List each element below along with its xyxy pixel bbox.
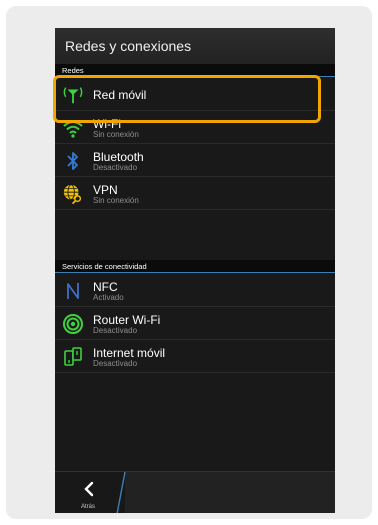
list-item-bluetooth[interactable]: Bluetooth Desactivado: [55, 144, 335, 177]
nfc-icon: [62, 280, 84, 302]
list-item-red-movil[interactable]: Red móvil: [55, 78, 335, 111]
bluetooth-status: Desactivado: [93, 163, 138, 172]
router-wifi-status: Desactivado: [93, 326, 138, 335]
nfc-status: Activado: [93, 293, 124, 302]
bluetooth-label: Bluetooth: [93, 150, 144, 164]
router-wifi-label: Router Wi-Fi: [93, 313, 161, 327]
nfc-label: NFC: [93, 280, 118, 294]
section-header-redes: Redes: [55, 64, 335, 77]
antenna-icon: [62, 84, 84, 106]
list-item-router-wifi[interactable]: Router Wi-Fi Desactivado: [55, 307, 335, 340]
title-bar: Redes y conexiones: [55, 28, 335, 64]
list-item-nfc[interactable]: NFC Activado: [55, 274, 335, 307]
red-movil-label: Red móvil: [93, 88, 147, 102]
list-item-vpn[interactable]: VPN Sin conexión: [55, 177, 335, 210]
wifi-status: Sin conexión: [93, 130, 139, 139]
page-title: Redes y conexiones: [65, 38, 192, 54]
section-header-servicios: Servicios de conectividad: [55, 260, 335, 273]
internet-movil-label: Internet móvil: [93, 346, 166, 360]
bluetooth-icon: [62, 150, 84, 172]
back-label: Atrás: [81, 504, 96, 510]
wifi-label: Wi-Fi: [93, 117, 121, 131]
vpn-status: Sin conexión: [93, 196, 139, 205]
tethering-icon: [62, 346, 84, 368]
vpn-label: VPN: [93, 183, 118, 197]
screen: Redes y conexiones Redes Red móvil Wi-Fi: [55, 28, 335, 513]
hotspot-icon: [62, 313, 84, 335]
list-item-internet-movil[interactable]: Internet móvil Desactivado: [55, 340, 335, 373]
list-item-wifi[interactable]: Wi-Fi Sin conexión: [55, 111, 335, 144]
globe-key-icon: [62, 183, 84, 205]
internet-movil-status: Desactivado: [93, 359, 138, 368]
wifi-icon: [62, 117, 84, 139]
divider-accent: [113, 471, 127, 513]
action-bar: Atrás: [55, 471, 335, 513]
chevron-left-icon: [82, 481, 96, 502]
